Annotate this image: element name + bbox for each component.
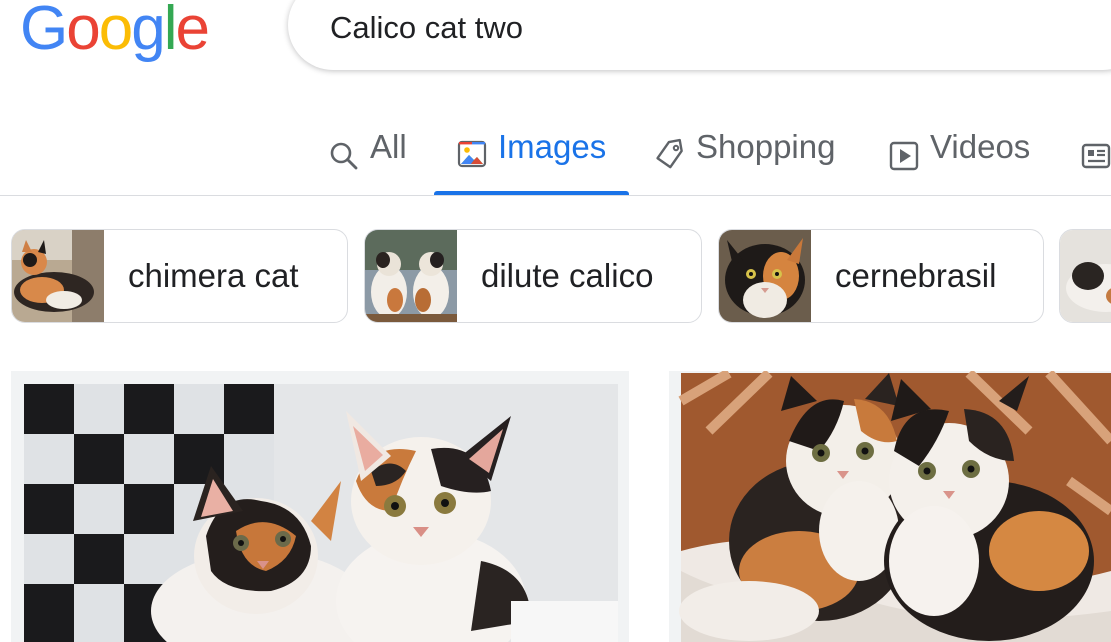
logo-letter-e: e <box>175 0 210 63</box>
logo-letter-o2: o <box>98 0 134 63</box>
tab-all[interactable]: All <box>328 124 407 196</box>
related-chip-cernebrasil[interactable]: cernebrasil <box>718 229 1044 323</box>
search-icon <box>330 142 358 170</box>
logo-letter-g: G <box>20 0 68 63</box>
logo-letter-g2: g <box>131 0 166 63</box>
two-calico-cats-cuddling-image <box>669 371 1111 642</box>
calico-cat-face-thumbnail <box>719 230 811 322</box>
result-image-1[interactable] <box>11 371 629 642</box>
related-chip-chimera-cat[interactable]: chimera cat <box>11 229 348 323</box>
tab-news[interactable] <box>1080 124 1111 196</box>
image-icon <box>457 140 487 168</box>
related-chip-dilute-calico[interactable]: dilute calico <box>364 229 702 323</box>
two-calico-kittens-image <box>11 371 629 642</box>
tag-icon <box>656 138 683 169</box>
google-logo[interactable]: Google <box>20 0 210 64</box>
tab-videos-label: Videos <box>930 128 1031 165</box>
logo-letter-l: l <box>163 0 178 63</box>
calico-cat-lying-thumbnail <box>12 230 104 322</box>
tab-images[interactable]: Images <box>434 124 629 196</box>
chip-label: dilute calico <box>481 257 654 294</box>
logo-letter-o1: o <box>66 0 101 63</box>
tab-all-label: All <box>370 128 407 165</box>
related-chip-partial[interactable] <box>1059 229 1111 323</box>
chip-label: cernebrasil <box>835 257 997 294</box>
search-box[interactable]: Calico cat two <box>288 0 1111 70</box>
tabs-divider <box>0 195 1111 196</box>
two-calico-cats-thumbnail <box>365 230 457 322</box>
tab-videos[interactable]: Videos <box>888 124 1030 196</box>
search-input[interactable]: Calico cat two <box>330 10 523 46</box>
search-tabs: All Images Shopping Videos <box>0 110 1111 196</box>
tab-shopping[interactable]: Shopping <box>654 124 835 196</box>
play-icon <box>889 141 919 171</box>
tab-shopping-label: Shopping <box>696 128 836 165</box>
news-icon <box>1081 143 1111 169</box>
calico-cat-thumbnail <box>1060 230 1111 322</box>
chip-label: chimera cat <box>128 257 299 294</box>
google-images-page: Google Calico cat two All Images Shoppin… <box>0 0 1111 642</box>
result-image-2[interactable] <box>669 371 1111 642</box>
tab-images-label: Images <box>498 128 607 165</box>
